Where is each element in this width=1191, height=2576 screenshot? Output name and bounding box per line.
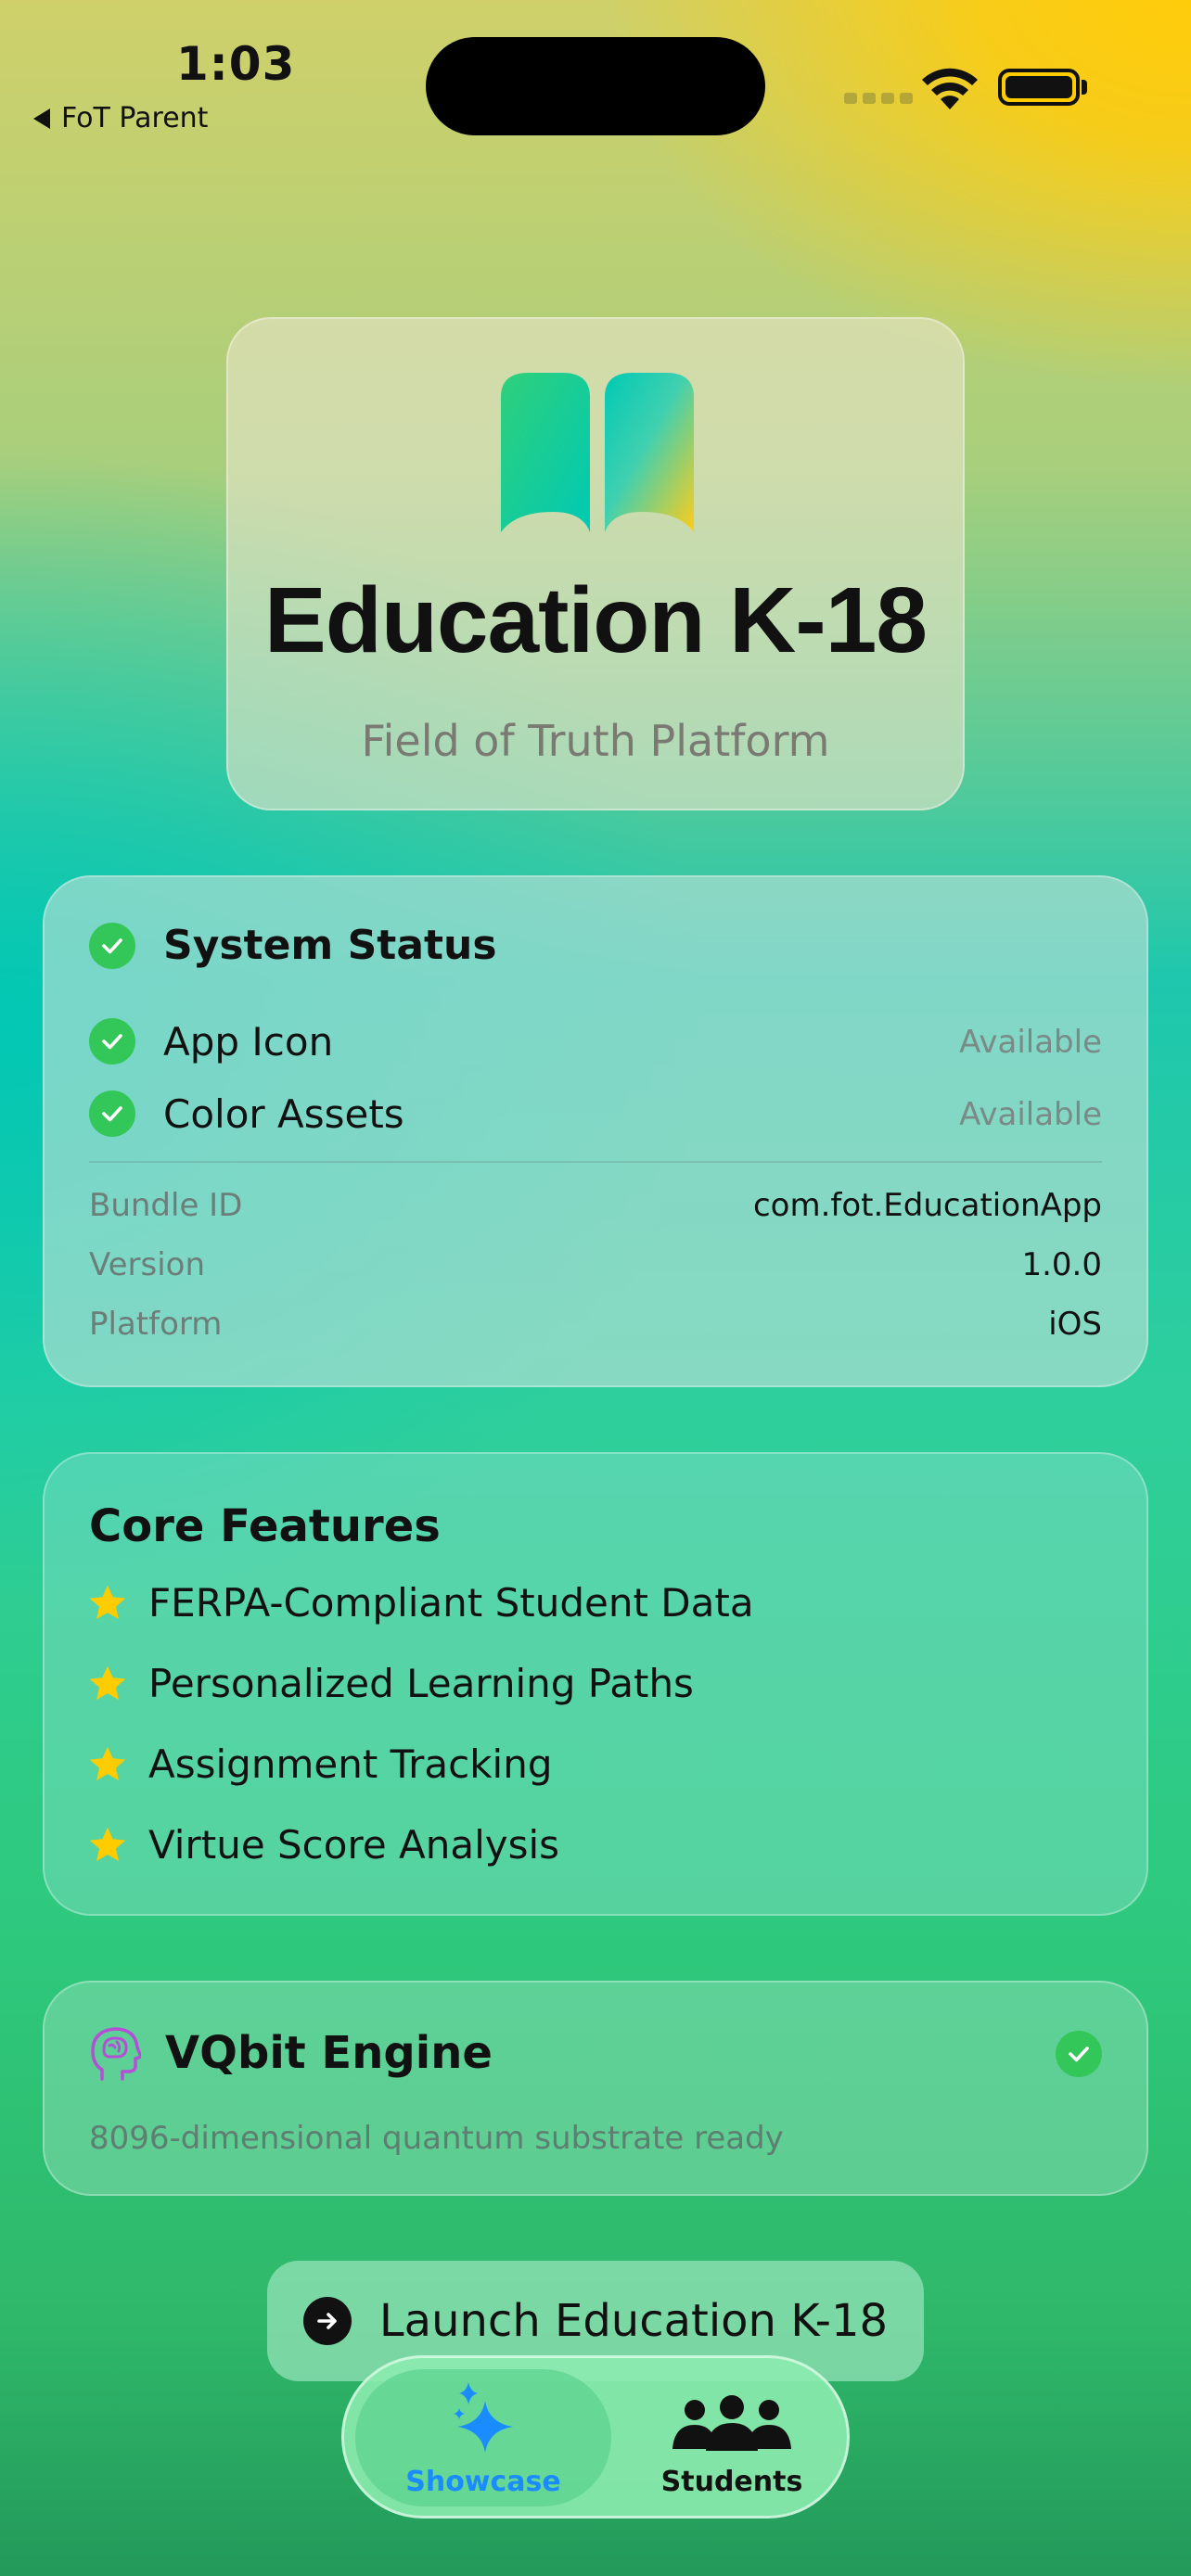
star-icon xyxy=(89,1665,126,1700)
checkmark-icon xyxy=(89,1090,135,1137)
checkmark-icon xyxy=(89,922,135,969)
app-subtitle: Field of Truth Platform xyxy=(361,716,830,766)
checkmark-icon xyxy=(1056,2031,1102,2077)
people-icon xyxy=(672,2395,791,2451)
vqbit-description: 8096-dimensional quantum substrate ready xyxy=(89,2120,784,2157)
tab-bar: Showcase Students xyxy=(341,2355,850,2519)
core-features-title: Core Features xyxy=(89,1500,441,1552)
feature-item: FERPA-Compliant Student Data xyxy=(87,1580,754,1626)
info-value-platform: iOS xyxy=(1048,1306,1102,1343)
status-check-label: Color Assets xyxy=(163,1090,404,1137)
vqbit-engine-card: VQbit Engine 8096-dimensional quantum su… xyxy=(43,1981,1148,2196)
feature-label: Personalized Learning Paths xyxy=(148,1661,694,1706)
feature-item: Assignment Tracking xyxy=(87,1741,552,1787)
status-check-value: Available xyxy=(959,1096,1102,1133)
app-hero-card: Education K-18 Field of Truth Platform xyxy=(226,317,965,810)
status-check-row: Color Assets xyxy=(89,1090,404,1137)
back-to-app-button[interactable]: FoT Parent xyxy=(33,102,208,134)
cellular-signal-icon xyxy=(844,93,913,104)
feature-item: Virtue Score Analysis xyxy=(87,1822,559,1868)
sparkles-icon xyxy=(454,2382,513,2453)
dynamic-island xyxy=(426,37,765,135)
feature-label: Virtue Score Analysis xyxy=(148,1822,560,1868)
back-app-label: FoT Parent xyxy=(61,102,209,134)
info-key-version: Version xyxy=(89,1246,206,1283)
feature-label: Assignment Tracking xyxy=(148,1741,553,1787)
star-icon xyxy=(89,1746,126,1780)
brain-head-icon xyxy=(91,2027,141,2081)
tab-showcase[interactable]: Showcase xyxy=(355,2369,611,2506)
status-check-value: Available xyxy=(959,1024,1102,1061)
book-icon xyxy=(501,373,694,532)
system-status-title: System Status xyxy=(163,922,497,969)
tab-label: Showcase xyxy=(405,2466,561,2498)
tab-students[interactable]: Students xyxy=(622,2369,841,2506)
core-features-card: Core Features FERPA-Compliant Student Da… xyxy=(43,1452,1148,1916)
feature-label: FERPA-Compliant Student Data xyxy=(148,1580,754,1626)
feature-item: Personalized Learning Paths xyxy=(87,1661,694,1706)
wifi-icon xyxy=(922,68,978,109)
back-triangle-icon xyxy=(33,108,50,129)
status-time: 1:03 xyxy=(176,37,296,91)
tab-label: Students xyxy=(660,2466,803,2498)
status-check-label: App Icon xyxy=(163,1018,334,1065)
info-key-platform: Platform xyxy=(89,1306,223,1343)
info-key-bundle-id: Bundle ID xyxy=(89,1187,243,1224)
arrow-right-circle-icon xyxy=(302,2297,352,2345)
status-check-row: App Icon xyxy=(89,1018,333,1065)
star-icon xyxy=(89,1827,126,1861)
battery-icon xyxy=(998,69,1080,106)
app-title: Education K-18 xyxy=(264,568,928,672)
vqbit-title: VQbit Engine xyxy=(165,2027,493,2079)
checkmark-icon xyxy=(89,1018,135,1065)
star-icon xyxy=(89,1585,126,1619)
battery-tip xyxy=(1082,80,1087,95)
info-value-bundle-id: com.fot.EducationApp xyxy=(752,1187,1102,1224)
divider xyxy=(89,1161,1102,1163)
info-value-version: 1.0.0 xyxy=(1021,1246,1102,1283)
system-status-card: System Status App Icon Available Color A… xyxy=(43,875,1148,1387)
launch-button-label: Launch Education K-18 xyxy=(378,2295,889,2347)
